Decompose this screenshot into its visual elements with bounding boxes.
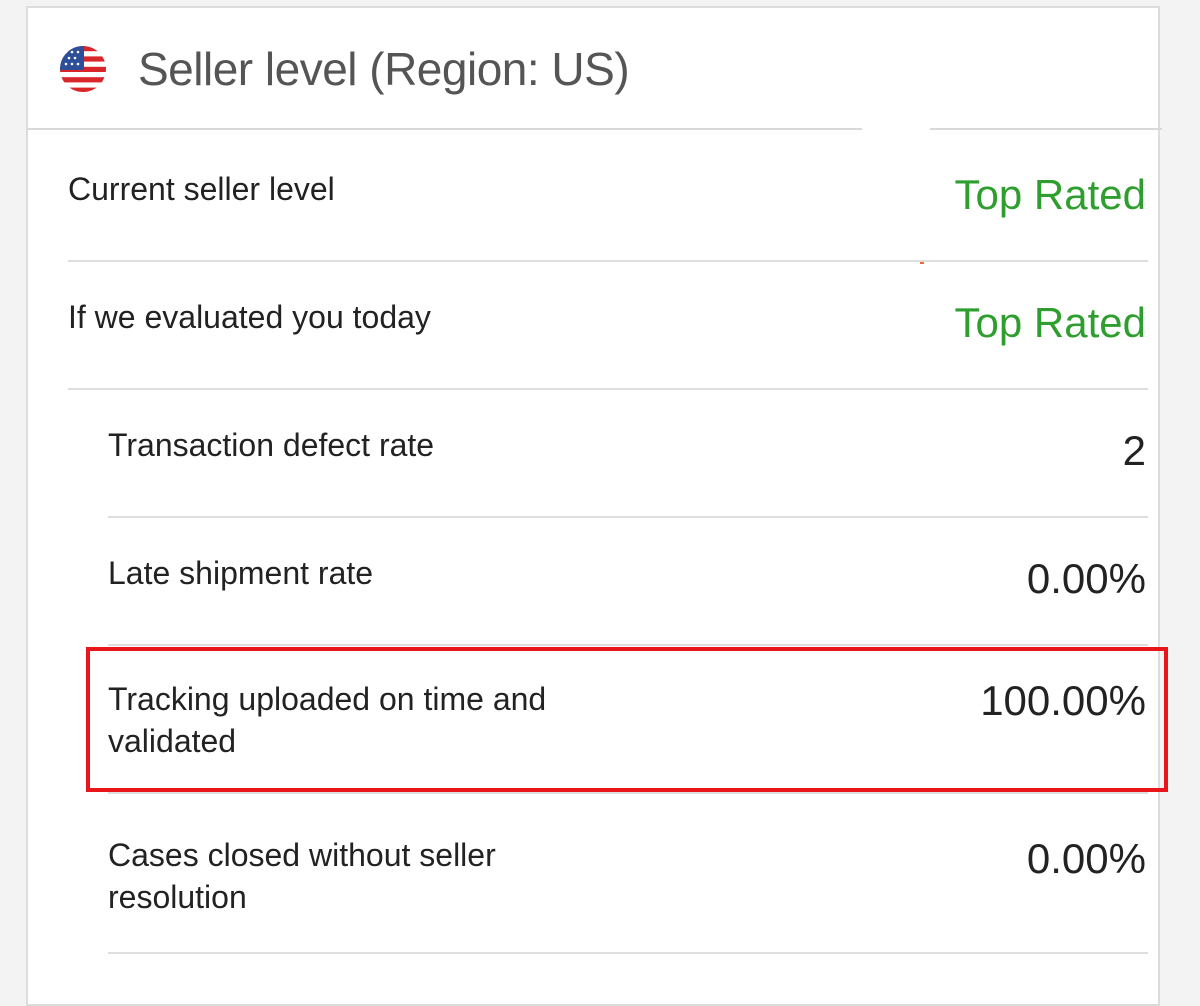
row-value: Top Rated [954,299,1146,346]
row-label: Cases closed without seller resolution [108,837,496,915]
seller-level-card: Seller level (Region: US) Current seller… [26,6,1162,1006]
us-flag-icon [60,46,106,92]
row-label: If we evaluated you today [68,299,431,335]
row-label: Current seller level [68,171,335,207]
header-divider [28,128,862,130]
header-divider [930,128,1162,130]
row-current-seller-level: Current seller level Top Rated [68,134,1148,262]
row-cases-closed: Cases closed without seller resolution 0… [108,794,1148,954]
row-label: Late shipment rate [108,555,374,591]
row-value: 0.00% [1026,555,1146,602]
row-tracking-uploaded: Tracking uploaded on time and validated … [108,646,1148,794]
row-value: 100.00% [980,677,1146,724]
row-value: Top Rated [954,171,1146,218]
row-transaction-defect-rate: Transaction defect rate 2 [108,390,1148,518]
row-late-shipment-rate: Late shipment rate 0.00% [108,518,1148,646]
row-evaluated-today: If we evaluated you today Top Rated [68,262,1148,390]
card-title: Seller level (Region: US) [138,43,630,95]
row-label: Transaction defect rate [108,427,435,463]
row-value: 0.00% [1026,835,1146,882]
row-label: Tracking uploaded on time and validated [108,681,547,759]
row-value: 2 [1122,427,1146,474]
card-header: Seller level (Region: US) [28,8,1158,128]
